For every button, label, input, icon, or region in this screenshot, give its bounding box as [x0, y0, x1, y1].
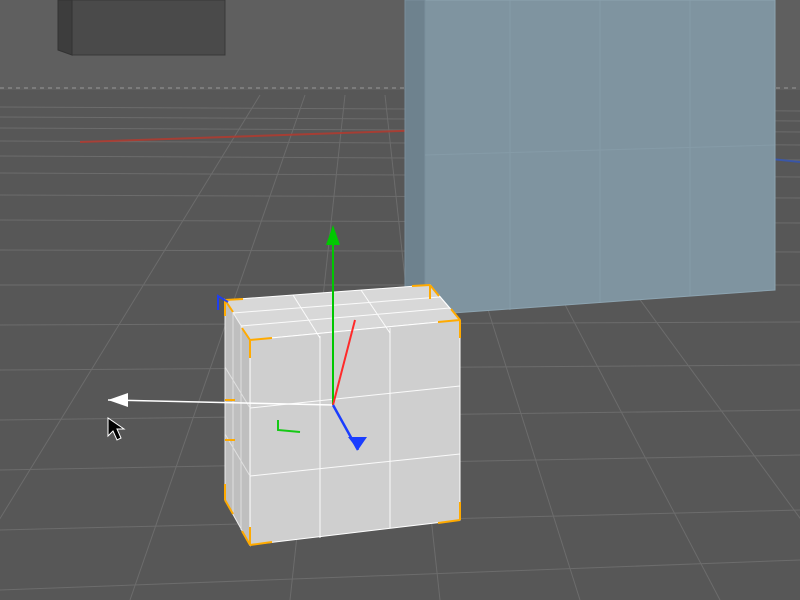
background-cube-left[interactable] [58, 0, 225, 55]
viewport-canvas[interactable] [0, 0, 800, 600]
selected-cube[interactable] [225, 285, 460, 545]
3d-viewport[interactable] [0, 0, 800, 600]
background-cube-right[interactable] [405, 0, 775, 315]
